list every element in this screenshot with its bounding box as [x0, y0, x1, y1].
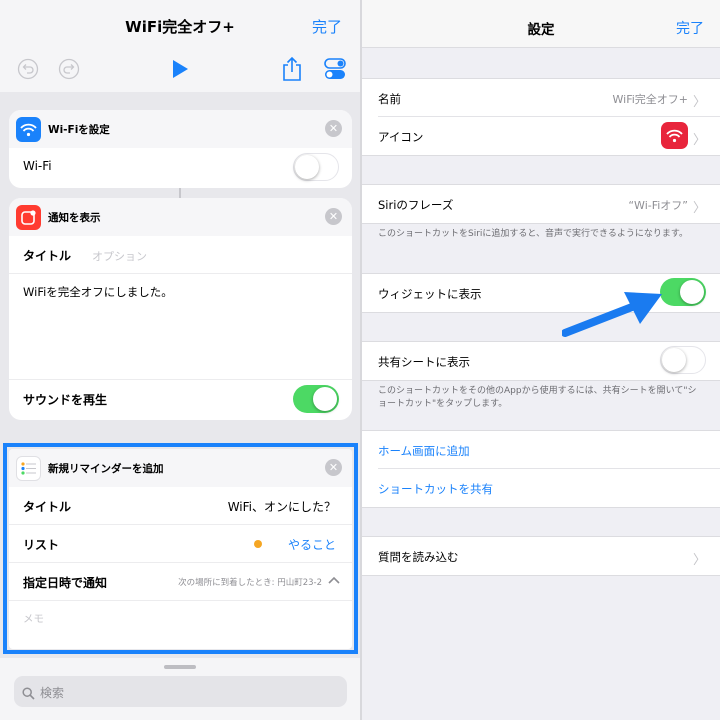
play-icon[interactable] [167, 56, 193, 82]
import-questions-label: 質問を読み込む [378, 550, 459, 564]
sound-row: サウンドを再生 [9, 380, 352, 420]
add-to-home-row[interactable]: ホーム画面に追加 [378, 431, 720, 469]
wifi-card-title: Wi-Fiを設定 [48, 124, 110, 136]
siri-group: Siriのフレーズ “Wi-Fiオフ” 〉 [362, 184, 720, 224]
name-row[interactable]: 名前 WiFi完全オフ+ 〉 [378, 79, 720, 117]
wifi-shortcut-icon [661, 122, 688, 149]
wifi-row: Wi-Fi [9, 148, 352, 188]
settings-done-button[interactable]: 完了 [676, 18, 704, 38]
notification-body-field[interactable]: WiFiを完全オフにしました。 [9, 274, 352, 380]
share-sheet-label: 共有シートに表示 [378, 355, 470, 369]
actions-bottom-sheet: 検索 [0, 658, 360, 720]
close-icon[interactable]: ✕ [325, 120, 342, 137]
settings-title: 設定 [527, 22, 555, 38]
search-input[interactable]: 検索 [14, 676, 347, 707]
notification-card-title: 通知を表示 [48, 212, 101, 224]
name-label: 名前 [378, 92, 401, 106]
chevron-right-icon: 〉 [692, 95, 706, 110]
notification-title-placeholder[interactable]: オプション [92, 248, 147, 264]
sound-label: サウンドを再生 [23, 393, 108, 407]
import-group: 質問を読み込む 〉 [362, 536, 720, 576]
chevron-right-icon: 〉 [692, 201, 706, 216]
notification-action-card[interactable]: 通知を表示 ✕ タイトル オプション WiFiを完全オフにしました。 サウンドを… [9, 198, 352, 420]
wifi-toggle[interactable] [293, 153, 339, 181]
search-placeholder: 検索 [40, 686, 65, 700]
add-to-home-link[interactable]: ホーム画面に追加 [378, 443, 470, 459]
chevron-right-icon: 〉 [692, 553, 706, 568]
wifi-action-card[interactable]: Wi-Fiを設定 ✕ Wi-Fi [9, 110, 352, 188]
notification-icon [16, 205, 41, 230]
import-questions-row[interactable]: 質問を読み込む 〉 [378, 537, 720, 575]
search-icon [22, 685, 35, 704]
pointer-arrow-icon [562, 292, 662, 337]
share-icon[interactable] [279, 56, 305, 82]
selection-highlight [3, 443, 358, 654]
share-shortcut-link[interactable]: ショートカットを共有 [378, 481, 493, 497]
notification-body-text: WiFiを完全オフにしました。 [23, 285, 173, 299]
sheet-grabber[interactable] [164, 665, 196, 669]
widget-label: ウィジェットに表示 [378, 287, 482, 301]
icon-row[interactable]: アイコン 〉 [378, 117, 720, 155]
share-sheet-row: 共有シートに表示 [378, 342, 720, 380]
chevron-right-icon: 〉 [692, 133, 706, 148]
icon-label: アイコン [378, 130, 424, 144]
share-sheet-toggle[interactable] [660, 346, 706, 374]
settings-pane: 設定 完了 名前 WiFi完全オフ+ 〉 アイコン 〉 Siriのフレーズ “W… [362, 0, 720, 720]
toggles-icon[interactable] [322, 56, 348, 82]
notification-title-row[interactable]: タイトル オプション [9, 236, 352, 274]
undo-icon[interactable] [15, 56, 41, 82]
flow-connector [179, 188, 181, 198]
wifi-icon [16, 117, 41, 142]
share-sheet-group: 共有シートに表示 [362, 341, 720, 381]
notification-card-header: 通知を表示 ✕ [9, 198, 352, 236]
actions-group: ホーム画面に追加 ショートカットを共有 [362, 430, 720, 508]
wifi-card-header: Wi-Fiを設定 ✕ [9, 110, 352, 148]
share-shortcut-row[interactable]: ショートカットを共有 [378, 469, 720, 507]
sound-toggle[interactable] [293, 385, 339, 413]
settings-nav-bar: 設定 完了 [362, 0, 720, 48]
redo-icon[interactable] [56, 56, 82, 82]
editor-title: WiFi完全オフ+ [125, 18, 235, 36]
share-sheet-note: このショートカットをその他のAppから使用するには、共有シートを開いて"ショート… [378, 386, 697, 409]
notification-title-label: タイトル [23, 249, 72, 263]
shortcut-editor-pane: WiFi完全オフ+ 完了 Wi-Fiを設定 ✕ Wi-Fi 通知を表示 ✕ タイ… [0, 0, 360, 720]
wifi-row-label: Wi-Fi [23, 159, 52, 173]
editor-done-button[interactable]: 完了 [312, 16, 342, 37]
name-icon-group: 名前 WiFi完全オフ+ 〉 アイコン 〉 [362, 78, 720, 156]
editor-nav-bar: WiFi完全オフ+ 完了 [0, 0, 360, 92]
siri-value: “Wi-Fiオフ” [628, 199, 688, 212]
siri-note: このショートカットをSiriに追加すると、音声で実行できるようになります。 [378, 229, 688, 239]
name-value: WiFi完全オフ+ [612, 93, 689, 106]
siri-row[interactable]: Siriのフレーズ “Wi-Fiオフ” 〉 [378, 185, 720, 223]
siri-label: Siriのフレーズ [378, 198, 454, 212]
close-icon[interactable]: ✕ [325, 208, 342, 225]
